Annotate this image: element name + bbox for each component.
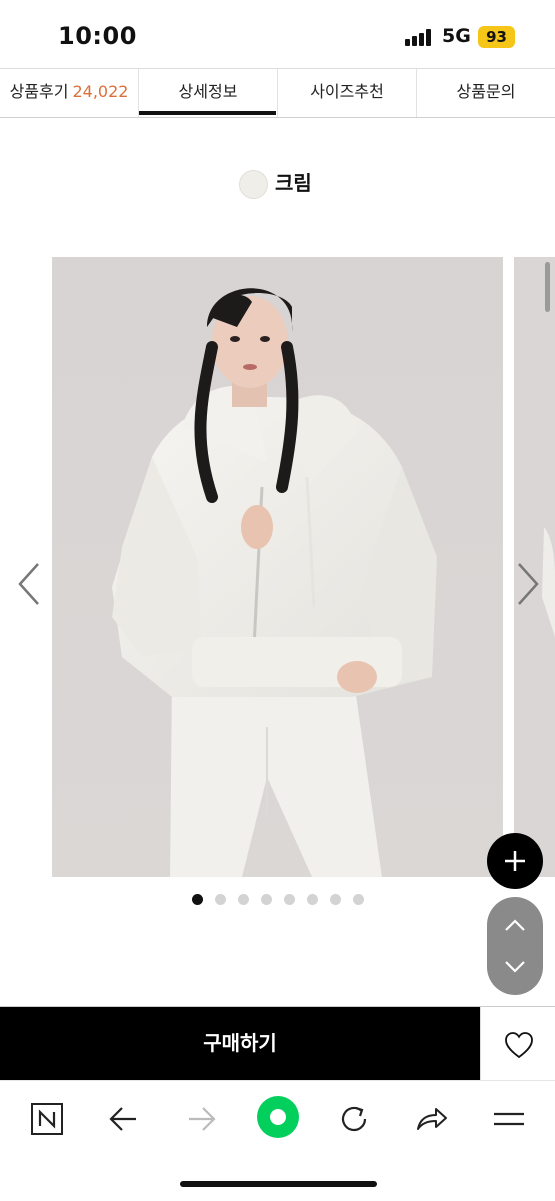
status-time: 10:00 [58,22,137,50]
detail-tab-bar: 상품후기 24,022 상세정보 사이즈추천 상품문의 [0,68,555,118]
floating-plus-button[interactable] [487,833,543,889]
purchase-bar: 구매하기 [0,1006,555,1081]
tab-size-label: 사이즈추천 [310,82,384,101]
browser-share-button[interactable] [411,1099,451,1139]
tab-reviews[interactable]: 상품후기 24,022 [0,69,138,117]
plus-icon [505,851,525,871]
tab-reviews-label: 상품후기 [9,82,69,101]
carousel-dot[interactable] [261,894,272,905]
n-logo-icon [31,1103,63,1135]
browser-forward-button[interactable] [181,1099,221,1139]
back-arrow-icon [109,1107,136,1131]
wishlist-button[interactable] [480,1007,555,1081]
tab-details[interactable]: 상세정보 [139,69,277,117]
carousel-next-button[interactable] [513,562,541,606]
product-image[interactable] [52,257,503,877]
carousel-dot[interactable] [192,894,203,905]
carousel-dot[interactable] [330,894,341,905]
carousel-dot[interactable] [238,894,249,905]
menu-icon [494,1112,524,1126]
carousel-dot[interactable] [284,894,295,905]
page-scrollbar[interactable] [545,262,550,312]
carousel-dot[interactable] [353,894,364,905]
forward-arrow-icon [189,1107,216,1131]
chevron-right-icon [518,563,539,605]
browser-home-button[interactable] [27,1099,67,1139]
share-icon [417,1108,447,1130]
active-tab-indicator [139,111,276,115]
signal-icon [405,28,435,46]
scroll-control [487,897,543,995]
browser-back-button[interactable] [104,1099,144,1139]
network-label: 5G [442,25,471,47]
browser-menu-button[interactable] [489,1099,529,1139]
chevron-left-icon [18,563,39,605]
tab-size-recommend[interactable]: 사이즈추천 [278,69,416,117]
carousel-dot[interactable] [307,894,318,905]
tab-inquiry[interactable]: 상품문의 [417,69,555,117]
refresh-icon [341,1106,367,1132]
carousel-dot[interactable] [215,894,226,905]
carousel-prev-button[interactable] [16,562,44,606]
color-name: 크림 [275,171,312,195]
tab-details-label: 상세정보 [178,82,238,101]
home-indicator [180,1181,377,1187]
tab-inquiry-label: 상품문의 [456,82,516,101]
status-bar: 10:00 5G 93 [0,0,555,70]
buy-button[interactable]: 구매하기 [0,1007,480,1081]
browser-refresh-button[interactable] [334,1099,374,1139]
chevron-down-icon[interactable] [487,949,543,985]
color-swatch [239,170,268,199]
chevron-up-icon[interactable] [487,907,543,943]
battery-icon: 93 [478,26,515,48]
review-count: 24,022 [72,82,129,101]
green-dot-icon [257,1096,299,1138]
heart-icon [505,1032,533,1059]
browser-green-button[interactable] [256,1095,300,1139]
